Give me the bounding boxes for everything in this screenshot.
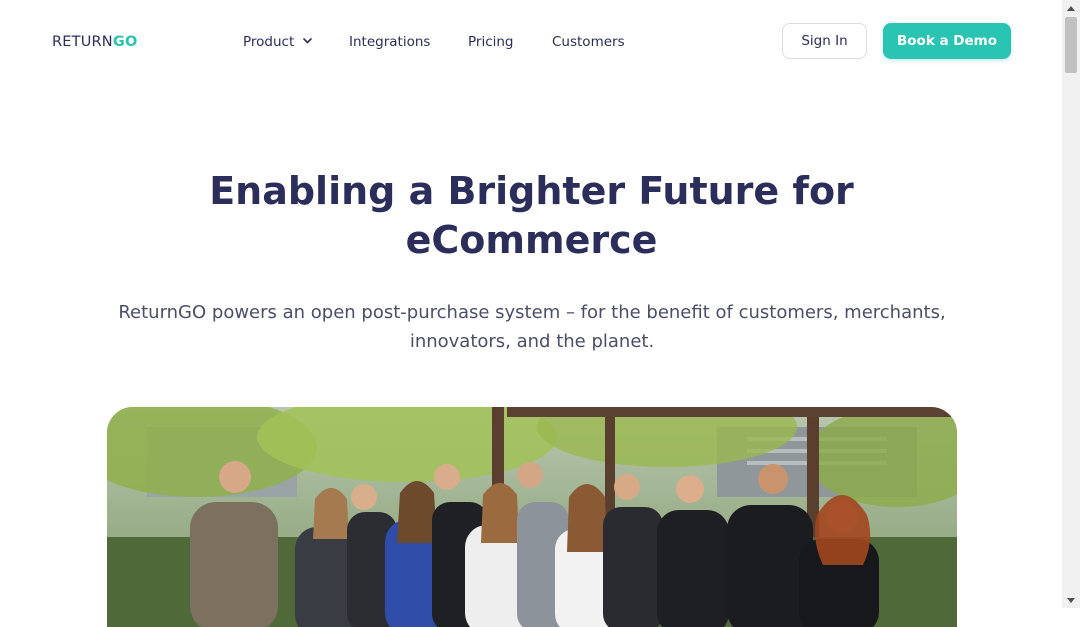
nav-product[interactable]: Product [243, 34, 312, 50]
nav-integrations[interactable]: Integrations [349, 34, 430, 50]
hero-title-line1: Enabling a Brighter Future for [209, 169, 854, 213]
nav-product-label: Product [243, 34, 295, 50]
hero-subtitle-line1: ReturnGO powers an open post-purchase sy… [118, 302, 946, 323]
team-photo [107, 407, 957, 627]
nav-customers[interactable]: Customers [552, 34, 625, 50]
scrollbar-thumb[interactable] [1065, 17, 1077, 73]
scroll-down-arrow-icon[interactable] [1062, 592, 1080, 608]
nav-pricing[interactable]: Pricing [468, 34, 514, 50]
book-demo-button[interactable]: Book a Demo [883, 23, 1011, 59]
returngo-logo[interactable]: RETURNGO [52, 34, 137, 50]
hero-title-line2: eCommerce [405, 218, 658, 262]
site-header: RETURNGO Product Integrations Pricing Cu… [0, 0, 1062, 84]
hero-subtitle-line2: innovators, and the planet. [409, 331, 655, 352]
chevron-down-icon [302, 38, 312, 44]
logo-text-go: GO [112, 34, 138, 50]
sign-in-button[interactable]: Sign In [782, 23, 867, 59]
scroll-up-arrow-icon[interactable] [1062, 0, 1080, 16]
page-scrollbar[interactable] [1062, 0, 1080, 608]
logo-text-return: RETURN [52, 34, 113, 50]
hero-subtitle: ReturnGO powers an open post-purchase sy… [110, 298, 954, 356]
hero-title: Enabling a Brighter Future for eCommerce [180, 167, 883, 265]
